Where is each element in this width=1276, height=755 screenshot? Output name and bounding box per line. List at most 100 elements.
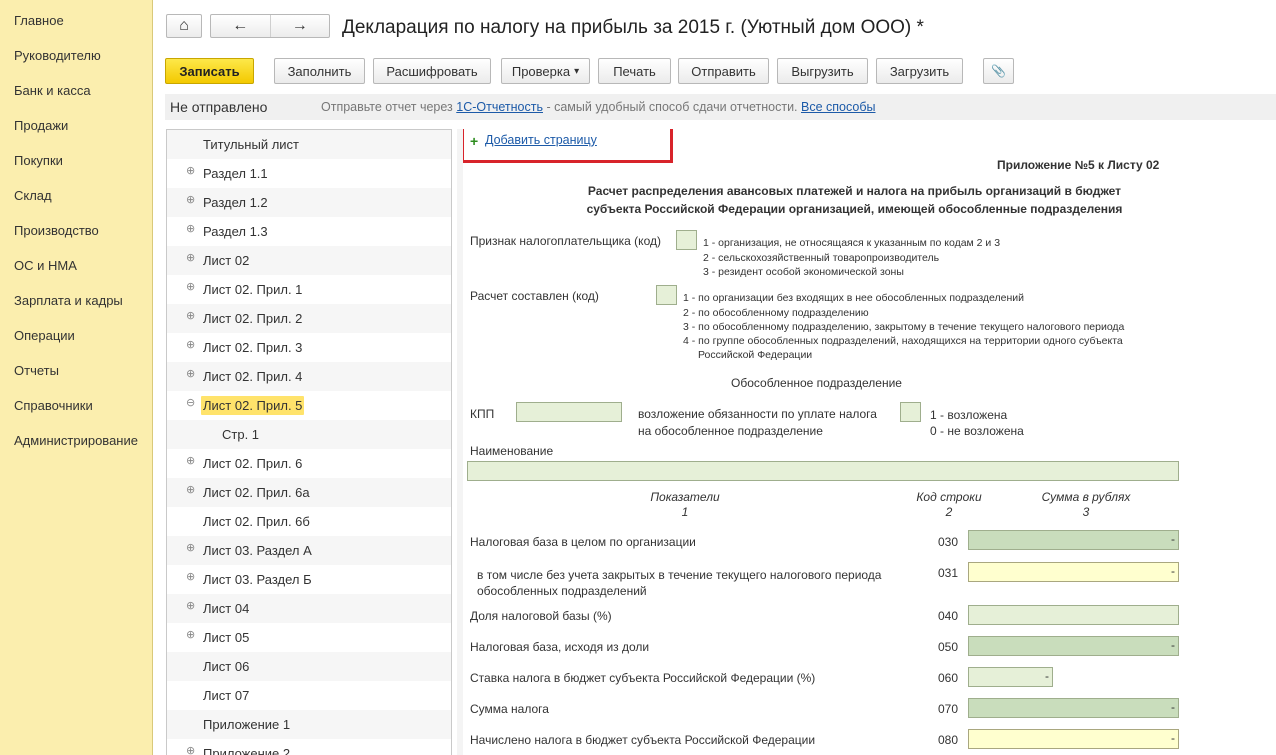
name-field[interactable] bbox=[467, 461, 1179, 481]
back-icon[interactable]: ← bbox=[211, 15, 270, 37]
nav-item-fixed-assets[interactable]: ОС и НМА bbox=[14, 258, 77, 273]
nav-item-reports[interactable]: Отчеты bbox=[14, 363, 59, 378]
kpp-label: КПП bbox=[470, 407, 495, 421]
decode-button[interactable]: Расшифровать bbox=[373, 58, 491, 84]
row-070-value[interactable]: - bbox=[968, 698, 1179, 718]
row-080-value[interactable]: - bbox=[968, 729, 1179, 749]
nav-item-operations[interactable]: Операции bbox=[14, 328, 75, 343]
expand-icon[interactable]: ⊕ bbox=[186, 340, 195, 351]
row-030-code: 030 bbox=[938, 535, 959, 549]
nav-item-administration[interactable]: Администрирование bbox=[14, 433, 138, 448]
kpp-field[interactable] bbox=[516, 402, 622, 422]
duty-code-1: 1 - возложена bbox=[930, 408, 1008, 422]
tree-item[interactable]: ⊕ Раздел 1.3 bbox=[167, 217, 451, 246]
col-header-line-code: Код строки bbox=[916, 490, 982, 504]
tree-item[interactable]: ⊕ Раздел 1.1 bbox=[167, 159, 451, 188]
calc-made-field[interactable] bbox=[656, 285, 677, 305]
save-button[interactable]: Записать bbox=[165, 58, 254, 84]
tree-item-label: Раздел 1.2 bbox=[203, 195, 268, 210]
tree-item-label: Лист 05 bbox=[203, 630, 250, 645]
expand-icon[interactable]: ⊕ bbox=[186, 456, 195, 467]
row-060-value[interactable]: - bbox=[968, 667, 1053, 687]
home-button[interactable]: ⌂ bbox=[166, 14, 202, 38]
expand-icon[interactable]: ⊕ bbox=[186, 485, 195, 496]
tree-item[interactable]: Лист 07 bbox=[167, 681, 451, 710]
taxpayer-sign-field[interactable] bbox=[676, 230, 697, 250]
expand-icon[interactable]: ⊕ bbox=[186, 311, 195, 322]
nav-item-directories[interactable]: Справочники bbox=[14, 398, 93, 413]
row-030-value[interactable]: - bbox=[968, 530, 1179, 550]
expand-icon[interactable]: ⊕ bbox=[186, 166, 195, 177]
print-button[interactable]: Печать bbox=[598, 58, 671, 84]
row-031-value[interactable]: - bbox=[968, 562, 1179, 582]
1c-reporting-link[interactable]: 1С-Отчетность bbox=[456, 100, 543, 114]
hint-prefix: Отправьте отчет через bbox=[321, 100, 453, 114]
expand-icon[interactable]: ⊕ bbox=[186, 601, 195, 612]
col-header-n1: 1 bbox=[681, 505, 689, 519]
nav-item-sales[interactable]: Продажи bbox=[14, 118, 68, 133]
tree-item[interactable]: ⊕ Лист 03. Раздел Б bbox=[167, 565, 451, 594]
nav-item-purchases[interactable]: Покупки bbox=[14, 153, 63, 168]
tree-item[interactable]: ⊕ Лист 02. Прил. 6а bbox=[167, 478, 451, 507]
tree-item[interactable]: ⊕ Лист 04 bbox=[167, 594, 451, 623]
tree-item[interactable]: ⊕ Лист 02. Прил. 2 bbox=[167, 304, 451, 333]
nav-item-manager[interactable]: Руководителю bbox=[14, 48, 101, 63]
tree-item[interactable]: ⊕ Лист 05 bbox=[167, 623, 451, 652]
expand-icon[interactable]: ⊕ bbox=[186, 282, 195, 293]
attach-button[interactable]: 📎 bbox=[983, 58, 1014, 84]
expand-icon[interactable]: ⊕ bbox=[186, 253, 195, 264]
nav-item-production[interactable]: Производство bbox=[14, 223, 99, 238]
row-050-value[interactable]: - bbox=[968, 636, 1179, 656]
tree-item-label: Лист 03. Раздел Б bbox=[203, 572, 312, 587]
send-button[interactable]: Отправить bbox=[678, 58, 769, 84]
nav-item-bank-cash[interactable]: Банк и касса bbox=[14, 83, 91, 98]
tree-item[interactable]: Приложение 1 bbox=[167, 710, 451, 739]
tree-item-label: Стр. 1 bbox=[222, 427, 260, 442]
export-button[interactable]: Выгрузить bbox=[777, 58, 868, 84]
row-050-label: Налоговая база, исходя из доли bbox=[470, 640, 650, 654]
all-methods-link[interactable]: Все способы bbox=[801, 100, 875, 114]
tree-item-label: Лист 04 bbox=[203, 601, 250, 616]
tree-item[interactable]: ⊕ Лист 02. Прил. 4 bbox=[167, 362, 451, 391]
nav-item-warehouse[interactable]: Склад bbox=[14, 188, 52, 203]
tree-item-label: Приложение 1 bbox=[203, 717, 291, 732]
tree-item-selected[interactable]: ⊖ Лист 02. Прил. 5 bbox=[167, 391, 451, 420]
home-icon: ⌂ bbox=[179, 17, 189, 34]
tree-item[interactable]: ⊕ Лист 02. Прил. 3 bbox=[167, 333, 451, 362]
fill-button[interactable]: Заполнить bbox=[274, 58, 365, 84]
col-header-n3: 3 bbox=[1082, 505, 1090, 519]
nav-item-salary-hr[interactable]: Зарплата и кадры bbox=[14, 293, 123, 308]
tree-item[interactable]: Стр. 1 bbox=[167, 420, 451, 449]
row-030-label: Налоговая база в целом по организации bbox=[470, 535, 696, 549]
subdivision-heading: Обособленное подразделение bbox=[731, 376, 902, 390]
navigation-buttons: ⌂ ← → bbox=[166, 14, 330, 38]
expand-icon[interactable]: ⊕ bbox=[186, 369, 195, 380]
taxpayer-code-1: 1 - организация, не относящаяся к указан… bbox=[703, 237, 1001, 249]
expand-icon[interactable]: ⊕ bbox=[186, 746, 195, 755]
expand-icon[interactable]: ⊕ bbox=[186, 224, 195, 235]
taxpayer-sign-label: Признак налогоплательщика (код) bbox=[470, 234, 661, 248]
import-button[interactable]: Загрузить bbox=[876, 58, 963, 84]
collapse-icon[interactable]: ⊖ bbox=[186, 398, 195, 409]
tree-item[interactable]: Лист 02. Прил. 6б bbox=[167, 507, 451, 536]
tree-item[interactable]: ⊕ Раздел 1.2 bbox=[167, 188, 451, 217]
history-buttons: ← → bbox=[210, 14, 330, 38]
tree-item[interactable]: ⊕ Лист 02. Прил. 1 bbox=[167, 275, 451, 304]
duty-field[interactable] bbox=[900, 402, 921, 422]
check-button[interactable]: Проверка ▾ bbox=[501, 58, 590, 84]
add-page-link[interactable]: Добавить страницу bbox=[485, 133, 597, 147]
tree-item[interactable]: ⊕ Приложение 2 bbox=[167, 739, 451, 755]
forward-icon[interactable]: → bbox=[269, 15, 330, 37]
tree-item[interactable]: ⊕ Лист 02 bbox=[167, 246, 451, 275]
tree-item[interactable]: ⊕ Лист 02. Прил. 6 bbox=[167, 449, 451, 478]
tree-item[interactable]: Титульный лист bbox=[167, 130, 451, 159]
tree-item[interactable]: ⊕ Лист 03. Раздел А bbox=[167, 536, 451, 565]
tree-item-label: Лист 02. Прил. 6б bbox=[203, 514, 310, 529]
expand-icon[interactable]: ⊕ bbox=[186, 195, 195, 206]
tree-item[interactable]: Лист 06 bbox=[167, 652, 451, 681]
expand-icon[interactable]: ⊕ bbox=[186, 572, 195, 583]
nav-item-main[interactable]: Главное bbox=[14, 13, 64, 28]
expand-icon[interactable]: ⊕ bbox=[186, 630, 195, 641]
expand-icon[interactable]: ⊕ bbox=[186, 543, 195, 554]
row-040-value[interactable] bbox=[968, 605, 1179, 625]
